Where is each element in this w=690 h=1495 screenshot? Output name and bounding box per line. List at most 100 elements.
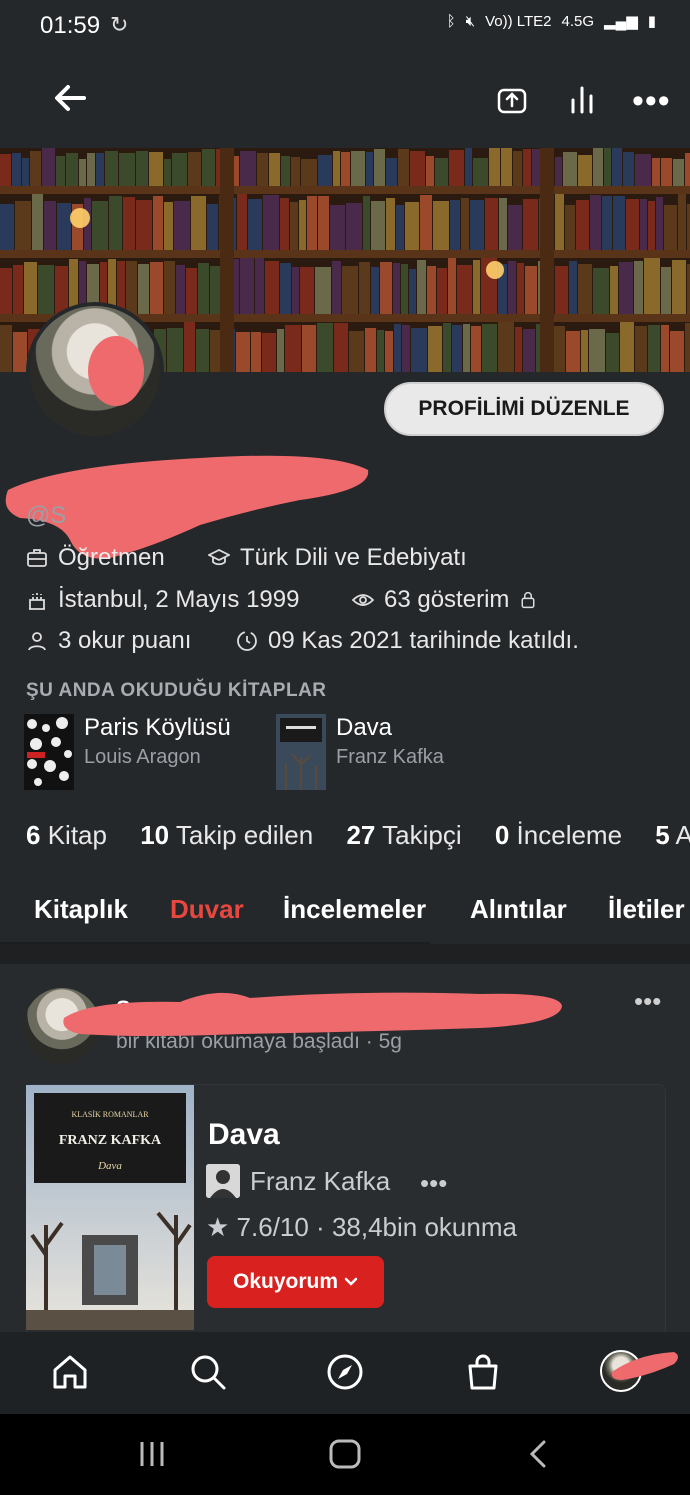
stat-more[interactable]: 5 A [655,820,690,850]
back-nav-icon[interactable] [528,1440,548,1468]
book-spine [44,201,56,250]
book-spine [32,194,43,250]
rating-text: 7.6/10 · 38,4bin okunma [236,1212,517,1242]
book-spine [30,151,41,186]
book-spine [207,204,218,250]
department-row: Türk Dili ve Edebiyatı [208,544,467,572]
book-spine [523,199,538,250]
reading-status-label: Okuyorum [232,1270,339,1293]
profile-avatar[interactable] [30,306,160,436]
book-spine [563,152,577,186]
sync-icon: ↻ [110,12,129,37]
book-spine [678,194,686,250]
tab-reviews[interactable]: İncelemeler [283,894,426,925]
system-nav-bar [0,1414,690,1495]
book-spine [450,200,460,250]
cover-author-text: FRANZ KAFKA [59,1133,162,1148]
department-text: Türk Dili ve Edebiyatı [240,544,467,571]
stat-following[interactable]: 10 Takip edilen [140,820,313,850]
views-text: 63 gösterim [384,586,510,613]
stat-count: 27 [346,820,376,850]
tab-messages[interactable]: İletiler [608,894,685,925]
book-spine [66,153,78,186]
avatar-redaction [88,336,144,406]
compass-icon[interactable] [325,1352,365,1392]
reading-book-1[interactable]: Paris Köylüsü Louis Aragon [24,714,231,790]
status-time: 01:59 [40,12,101,39]
book-spine [437,268,447,314]
reading-book-title: Dava [336,714,393,741]
share-icon[interactable] [496,84,528,116]
book-spine [652,158,660,186]
book-spine [523,149,531,186]
book-spine [92,201,108,250]
book-spine [498,322,514,372]
book-spine [428,326,442,372]
card-book-title[interactable]: Dava [208,1118,280,1152]
stat-label: A [675,820,690,850]
stat-followers[interactable]: 27 Takipçi [346,820,461,850]
book-spine [393,263,400,314]
book-spine [523,329,535,372]
status-icons: ᛒ 🔇︎ Vo)) LTE2 4.5G ▂▄▆ ▮ [447,12,656,31]
cake-icon [29,593,45,610]
occupation-row: Öğretmen [26,544,165,572]
book-spine [186,268,197,314]
book-spine [318,155,332,186]
book-spine [396,205,404,250]
book-spine [153,196,163,250]
book-spine [202,149,215,186]
post-more-icon[interactable]: ••• [634,986,661,1017]
book-spine [240,258,254,314]
book-spine [164,261,175,314]
back-arrow-icon[interactable] [50,78,90,118]
stat-reviews[interactable]: 0 İnceleme [495,820,622,850]
book-spine [485,198,498,250]
book-spine [398,149,409,186]
book-spine [553,326,565,372]
card-more-icon[interactable]: ••• [420,1168,447,1199]
book-spine [473,158,488,186]
stat-books[interactable]: 6 Kitap [26,820,107,850]
card-rating: ★ 7.6/10 · 38,4bin okunma [206,1212,517,1243]
card-book-author[interactable]: Franz Kafka [206,1164,390,1198]
book-spine [136,151,148,186]
book-spine [374,149,385,186]
book-spine [620,322,634,372]
book-spine [291,157,300,186]
post-name-redaction [63,992,562,1036]
book-spine [593,268,609,314]
stat-label: İnceleme [516,820,623,850]
book-spine [188,152,201,186]
more-icon[interactable]: ••• [632,82,671,121]
tab-library[interactable]: Kitaplık [34,894,128,925]
book-spine [57,203,71,250]
stat-count: 6 [26,820,41,850]
username-handle: @S [26,502,67,529]
reading-book-2[interactable]: Dava Franz Kafka [276,714,444,790]
book-cover-image[interactable]: KLASİK ROMANLAR FRANZ KAFKA Dava [26,1085,194,1330]
recent-apps-icon[interactable] [138,1440,166,1468]
search-icon[interactable] [188,1352,228,1392]
shopping-bag-icon[interactable] [463,1352,503,1392]
stats-icon[interactable] [568,84,596,116]
book-spine [240,151,256,186]
tab-wall[interactable]: Duvar [170,894,244,925]
book-spine [612,148,622,186]
book-spine [359,262,370,314]
book-spine [640,199,647,250]
top-bar: ••• [0,52,690,148]
lock-icon [521,591,535,609]
book-spine [366,152,373,186]
book-spine [365,328,376,372]
home-icon[interactable] [50,1352,90,1392]
book-spine [578,264,592,314]
home-button-icon[interactable] [328,1438,362,1470]
book-spine [661,325,669,372]
signal-icon: ▂▄▆ [604,13,638,30]
reading-status-button[interactable]: Okuyorum [207,1256,384,1308]
book-spine [105,151,118,186]
book-spine [473,260,480,314]
edit-profile-button[interactable]: PROFİLİMİ DÜZENLE [384,382,664,436]
tab-quotes[interactable]: Alıntılar [470,894,567,925]
